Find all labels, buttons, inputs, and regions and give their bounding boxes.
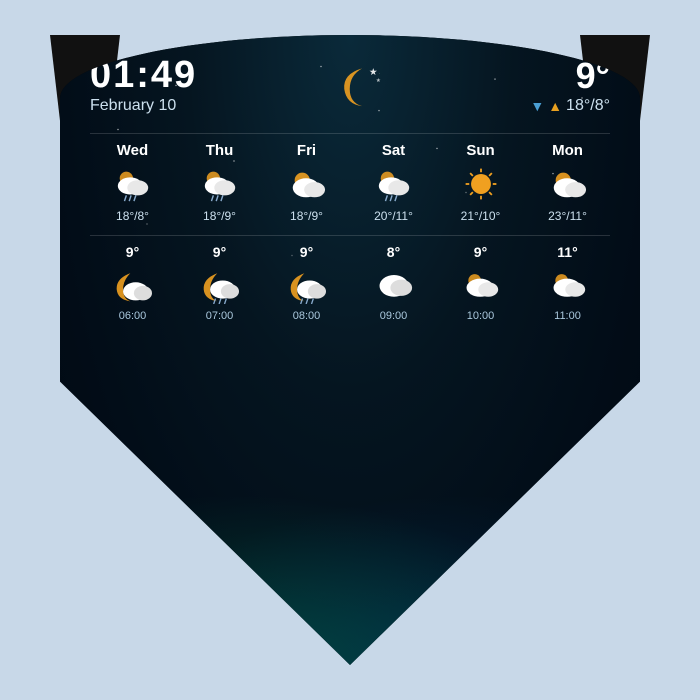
shield-inner: 01:49 February 10 ★ ★ (60, 35, 640, 665)
day-label-mon: Mon (552, 142, 583, 159)
hourly-col-0700: 9° 07:00 (177, 244, 262, 322)
weather-icon-wed (108, 163, 158, 205)
forecast-grid: Wed 18°/ (90, 142, 610, 223)
hourly-time-0600: 06:00 (119, 310, 147, 322)
forecast-col-fri: Fri 18°/9° (264, 142, 349, 223)
arrow-down-icon: ▼ (530, 98, 544, 114)
header-row: 01:49 February 10 ★ ★ (90, 55, 610, 115)
moon-icon: ★ ★ · (324, 55, 404, 115)
hourly-icon-0900 (369, 264, 419, 306)
current-temp: 9° (530, 55, 610, 97)
weather-content: 01:49 February 10 ★ ★ (60, 35, 640, 342)
svg-text:★: ★ (376, 77, 381, 84)
hourly-icon-1100 (543, 264, 593, 306)
temp-range-thu: 18°/9° (203, 209, 236, 223)
hourly-temp-0800: 9° (300, 244, 313, 260)
weather-icon-mon (543, 163, 593, 205)
hourly-temp-1100: 11° (557, 244, 577, 260)
weather-icon-sun (456, 163, 506, 205)
hourly-icon-0700 (195, 264, 245, 306)
high-low-temp: 18°/8° (566, 97, 610, 115)
forecast-col-sun: Sun (438, 142, 523, 223)
arrow-up-icon: ▲ (548, 98, 562, 114)
forecast-col-wed: Wed 18°/ (90, 142, 175, 223)
hourly-col-0800: 9° 08:00 (264, 244, 349, 322)
hourly-temp-0600: 9° (126, 244, 139, 260)
day-label-fri: Fri (297, 142, 316, 159)
svg-text:★: ★ (369, 67, 378, 78)
hourly-grid: 9° 06:00 (90, 244, 610, 322)
header-divider (90, 133, 610, 134)
weather-icon-thu (195, 163, 245, 205)
hourly-temp-0900: 8° (387, 244, 400, 260)
hourly-temp-1000: 9° (474, 244, 487, 260)
time-date-block: 01:49 February 10 (90, 55, 197, 115)
hourly-icon-0800 (282, 264, 332, 306)
hourly-col-0600: 9° 06:00 (90, 244, 175, 322)
hourly-col-0900: 8° 09:00 (351, 244, 436, 322)
hourly-col-1100: 11° 11:00 (525, 244, 610, 322)
hourly-time-1000: 10:00 (467, 310, 495, 322)
forecast-col-sat: Sat 20°/ (351, 142, 436, 223)
hourly-time-0800: 08:00 (293, 310, 321, 322)
hourly-time-1100: 11:00 (554, 310, 581, 322)
day-label-wed: Wed (117, 142, 148, 159)
hourly-icon-1000 (456, 264, 506, 306)
high-low-row: ▼ ▲ 18°/8° (530, 97, 610, 115)
svg-text:·: · (379, 71, 380, 76)
forecast-col-thu: Thu 18°/ (177, 142, 262, 223)
day-label-thu: Thu (206, 142, 234, 159)
weather-icon-fri (282, 163, 332, 205)
day-label-sat: Sat (382, 142, 405, 159)
weather-icon-sat (369, 163, 419, 205)
hourly-time-0900: 09:00 (380, 310, 408, 322)
forecast-divider (90, 235, 610, 236)
hourly-col-1000: 9° 10:00 (438, 244, 523, 322)
time-display: 01:49 (90, 55, 197, 97)
hourly-icon-0600 (108, 264, 158, 306)
forecast-col-mon: Mon 23°/11° (525, 142, 610, 223)
date-display: February 10 (90, 97, 197, 115)
temp-range-mon: 23°/11° (548, 209, 587, 223)
aurora-effect (60, 465, 640, 665)
temp-range-sat: 20°/11° (374, 209, 413, 223)
day-label-sun: Sun (466, 142, 494, 159)
temp-range-wed: 18°/8° (116, 209, 149, 223)
temp-range-sun: 21°/10° (461, 209, 501, 223)
hourly-temp-0700: 9° (213, 244, 226, 260)
temp-range-fri: 18°/9° (290, 209, 323, 223)
temperature-block: 9° ▼ ▲ 18°/8° (530, 55, 610, 115)
hourly-time-0700: 07:00 (206, 310, 234, 322)
shield-background: 01:49 February 10 ★ ★ (60, 35, 640, 665)
